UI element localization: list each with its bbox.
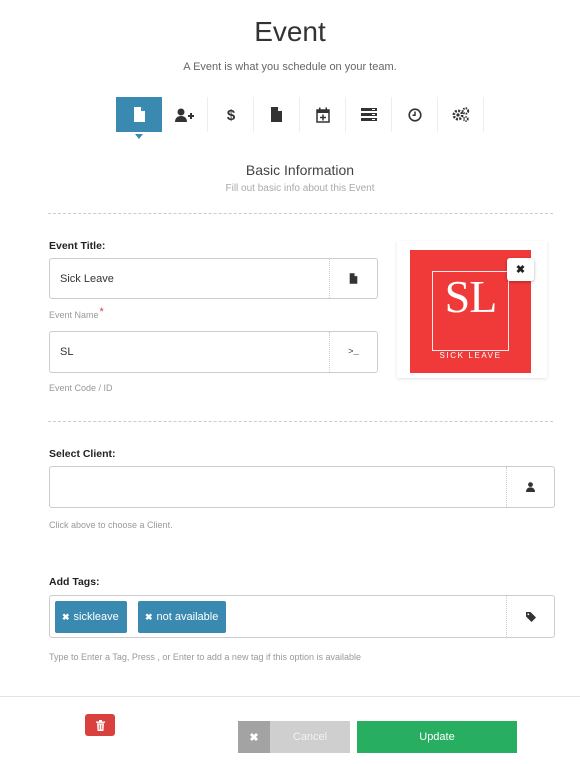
divider [48,213,553,214]
page-title: Event [254,16,326,47]
cancel-button[interactable]: ✖ Cancel [238,721,350,753]
delete-button[interactable] [85,714,115,736]
tag-chip[interactable]: ✖ not available [138,601,227,633]
required-marker: * [99,306,104,318]
footer-divider [0,696,580,697]
remove-tag-icon[interactable]: ✖ [62,612,70,623]
page-subtitle: A Event is what you schedule on your tea… [183,61,397,73]
tags-input[interactable]: ✖ sickleave ✖ not available [49,595,555,638]
dollar-icon: $ [226,107,235,123]
client-addon [506,467,554,507]
step-schedule[interactable] [300,97,346,132]
tag-icon [525,611,536,622]
step-basic-info[interactable] [116,97,162,139]
file-icon [271,107,282,122]
close-icon: ✖ [515,264,526,276]
event-name-help: Event Name* [49,306,104,321]
client-label: Select Client: [49,448,116,460]
close-icon: ✖ [238,721,270,753]
step-details[interactable] [346,97,392,132]
step-documents[interactable] [254,97,300,132]
logo-subtext: SICK LEAVE [439,351,502,360]
cancel-label: Cancel [292,731,328,743]
divider [48,421,553,422]
tags-help: Type to Enter a Tag, Press , or Enter to… [49,652,362,662]
gears-icon [452,107,469,122]
event-code-value: SL [60,346,74,358]
update-button[interactable]: Update [357,721,517,753]
logo-card: SL SICK LEAVE ✖ [397,241,547,378]
step-users[interactable] [162,97,208,132]
tag-label: sickleave [73,611,119,623]
file-icon [349,273,358,284]
trash-icon [95,719,105,731]
event-name-help-text: Event Name [49,310,99,320]
tag-chip[interactable]: ✖ sickleave [55,601,127,633]
wizard-steps: $ [116,97,484,139]
client-select[interactable] [49,466,555,508]
event-title-label: Event Title: [49,240,106,252]
tags-label: Add Tags: [49,576,100,588]
client-help: Click above to choose a Client. [49,520,173,530]
event-name-value: Sick Leave [60,272,114,285]
remove-logo-button[interactable]: ✖ [507,258,534,281]
user-icon [526,482,535,492]
step-time[interactable] [392,97,438,132]
event-name-field[interactable]: Sick Leave [49,258,378,299]
tags-addon [506,596,554,637]
event-code-help: Event Code / ID [49,383,113,393]
step-settings[interactable] [438,97,484,132]
section-subtitle: Fill out basic info about this Event [225,183,375,194]
add-user-icon [175,108,194,122]
section-title: Basic Information [245,162,355,178]
event-code-field[interactable]: SL >_ [49,331,378,373]
terminal-icon: >_ [329,332,377,372]
step-pricing[interactable]: $ [208,97,254,132]
event-name-addon [329,259,377,298]
remove-tag-icon[interactable]: ✖ [145,612,153,623]
clock-icon [407,107,422,122]
tag-label: not available [156,611,219,623]
document-icon [133,107,145,122]
svg-text:$: $ [226,107,235,123]
list-icon [360,108,377,121]
calendar-plus-icon [315,107,330,123]
